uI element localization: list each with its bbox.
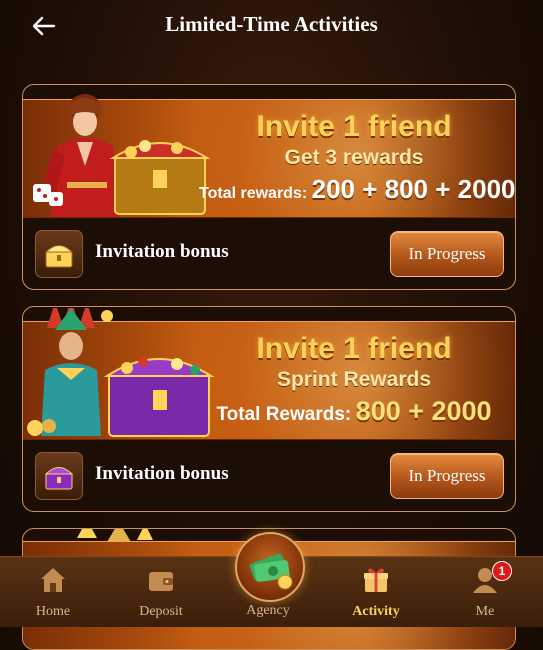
total-label: Total rewards: [199,185,308,202]
agency-button[interactable] [235,532,305,602]
in-progress-button[interactable]: In Progress [390,453,504,499]
purple-chest-icon [35,452,83,500]
top-bar: Limited-Time Activities [0,0,543,52]
activity-card[interactable]: Invite 1 friend Sprint Rewards Total Rew… [22,306,516,512]
total-label: Total Rewards: [216,404,352,425]
nav-label: Activity [352,604,400,619]
pilot-with-treasure-chest-illustration [33,94,211,217]
in-progress-button[interactable]: In Progress [390,231,504,277]
wallet-icon [149,572,173,591]
nav-item-agency-label[interactable]: Agency [228,603,308,619]
banner-headline: Invite 1 friend [256,332,452,365]
activity-banner[interactable]: Invite 1 friend Get 3 rewards Total rewa… [23,94,515,218]
bonus-row: Invitation bonus In Progress [23,217,515,289]
nav-item-home[interactable]: Home [13,565,93,620]
aztec-queen-with-treasure-chest-illustration [27,308,215,437]
banner-total: Total Rewards: 800 + 2000 [199,394,509,433]
page-title: Limited-Time Activities [165,12,378,36]
activity-card[interactable]: Invite 1 friend Get 3 rewards Total rewa… [22,84,516,290]
nav-label: Home [35,604,71,619]
gold-chest-icon [35,230,83,278]
bonus-label: Invitation bonus [95,463,229,484]
money-icon [249,553,293,590]
nav-item-deposit[interactable]: Deposit [121,565,201,620]
banner-headline: Invite 1 friend [256,110,452,143]
notification-badge: 1 [492,561,512,581]
activity-banner[interactable]: Invite 1 friend Sprint Rewards Total Rew… [23,308,515,440]
banner-subline: Sprint Rewards [276,368,432,391]
total-value: 800 + 2000 [355,396,492,426]
bonus-label: Invitation bonus [95,241,229,262]
nav-item-activity[interactable]: Activity [336,565,416,620]
nav-item-me[interactable]: Me [445,565,525,620]
home-icon [41,568,65,592]
nav-label: Me [475,604,495,619]
nav-label: Deposit [139,604,183,619]
total-value: 200 + 800 + 2000 [311,174,516,204]
banner-subline: Get 3 rewards [284,146,424,169]
banner-total: Total rewards: 200 + 800 + 2000 [199,172,515,211]
bonus-row: Invitation bonus In Progress [23,439,515,511]
gift-icon [364,568,388,592]
